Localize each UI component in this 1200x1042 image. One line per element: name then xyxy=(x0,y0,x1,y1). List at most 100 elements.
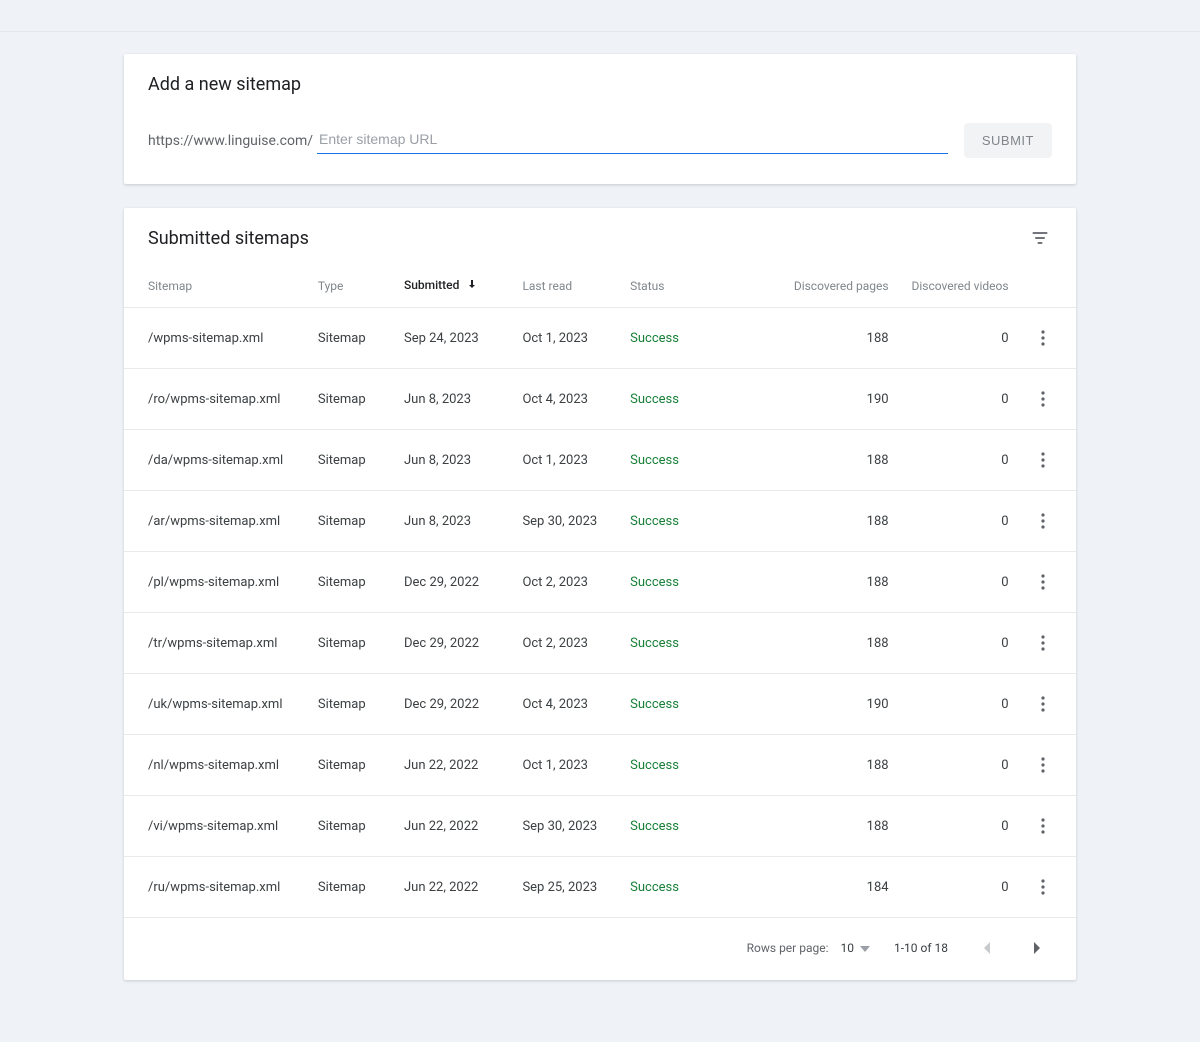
cell-status: Success xyxy=(630,796,759,857)
cell-status: Success xyxy=(630,369,759,430)
col-header-discovered-pages[interactable]: Discovered pages xyxy=(759,266,888,308)
col-header-sitemap[interactable]: Sitemap xyxy=(124,266,318,308)
cell-pages: 188 xyxy=(759,552,888,613)
dropdown-arrow-icon xyxy=(860,941,870,955)
cell-sitemap: /tr/wpms-sitemap.xml xyxy=(124,613,318,674)
cell-sitemap: /ar/wpms-sitemap.xml xyxy=(124,491,318,552)
cell-type: Sitemap xyxy=(318,430,404,491)
cell-sitemap: /da/wpms-sitemap.xml xyxy=(124,430,318,491)
cell-last-read: Oct 4, 2023 xyxy=(522,369,630,430)
col-header-status[interactable]: Status xyxy=(630,266,759,308)
cell-type: Sitemap xyxy=(318,552,404,613)
sitemaps-table: Sitemap Type Submitted Last read Status … xyxy=(124,266,1076,918)
table-row[interactable]: /uk/wpms-sitemap.xmlSitemapDec 29, 2022O… xyxy=(124,674,1076,735)
rows-per-page-label: Rows per page: xyxy=(747,941,829,955)
sitemap-url-prefix: https://www.linguise.com/ xyxy=(148,133,313,149)
cell-submitted: Dec 29, 2022 xyxy=(404,552,522,613)
cell-videos: 0 xyxy=(889,369,1029,430)
top-divider xyxy=(0,0,1200,32)
cell-last-read: Sep 30, 2023 xyxy=(522,491,630,552)
submitted-sitemaps-card: Submitted sitemaps Sitemap Type Submitte… xyxy=(124,208,1076,980)
next-page-button[interactable] xyxy=(1024,934,1052,962)
more-vert-icon[interactable] xyxy=(1031,570,1055,594)
cell-submitted: Dec 29, 2022 xyxy=(404,613,522,674)
table-row[interactable]: /wpms-sitemap.xmlSitemapSep 24, 2023Oct … xyxy=(124,308,1076,369)
cell-submitted: Sep 24, 2023 xyxy=(404,308,522,369)
cell-videos: 0 xyxy=(889,552,1029,613)
cell-sitemap: /ru/wpms-sitemap.xml xyxy=(124,857,318,918)
cell-status: Success xyxy=(630,308,759,369)
cell-type: Sitemap xyxy=(318,857,404,918)
cell-type: Sitemap xyxy=(318,796,404,857)
cell-status: Success xyxy=(630,857,759,918)
table-row[interactable]: /tr/wpms-sitemap.xmlSitemapDec 29, 2022O… xyxy=(124,613,1076,674)
more-vert-icon[interactable] xyxy=(1031,448,1055,472)
more-vert-icon[interactable] xyxy=(1031,387,1055,411)
sitemap-url-input[interactable] xyxy=(317,127,948,154)
cell-submitted: Jun 22, 2022 xyxy=(404,735,522,796)
cell-videos: 0 xyxy=(889,491,1029,552)
rows-per-page-select[interactable]: 10 xyxy=(840,941,870,955)
more-vert-icon[interactable] xyxy=(1031,692,1055,716)
cell-last-read: Oct 2, 2023 xyxy=(522,613,630,674)
more-vert-icon[interactable] xyxy=(1031,326,1055,350)
cell-videos: 0 xyxy=(889,674,1029,735)
cell-pages: 188 xyxy=(759,430,888,491)
col-header-type[interactable]: Type xyxy=(318,266,404,308)
cell-status: Success xyxy=(630,552,759,613)
arrow-down-icon xyxy=(466,278,478,293)
table-row[interactable]: /nl/wpms-sitemap.xmlSitemapJun 22, 2022O… xyxy=(124,735,1076,796)
table-row[interactable]: /ar/wpms-sitemap.xmlSitemapJun 8, 2023Se… xyxy=(124,491,1076,552)
cell-status: Success xyxy=(630,430,759,491)
cell-submitted: Jun 8, 2023 xyxy=(404,369,522,430)
cell-type: Sitemap xyxy=(318,674,404,735)
cell-sitemap: /nl/wpms-sitemap.xml xyxy=(124,735,318,796)
pagination-range: 1-10 of 18 xyxy=(894,941,948,955)
cell-type: Sitemap xyxy=(318,491,404,552)
cell-videos: 0 xyxy=(889,796,1029,857)
col-header-discovered-videos[interactable]: Discovered videos xyxy=(889,266,1029,308)
cell-videos: 0 xyxy=(889,430,1029,491)
cell-last-read: Oct 1, 2023 xyxy=(522,308,630,369)
more-vert-icon[interactable] xyxy=(1031,509,1055,533)
cell-last-read: Oct 1, 2023 xyxy=(522,430,630,491)
table-row[interactable]: /pl/wpms-sitemap.xmlSitemapDec 29, 2022O… xyxy=(124,552,1076,613)
cell-last-read: Sep 30, 2023 xyxy=(522,796,630,857)
cell-pages: 188 xyxy=(759,613,888,674)
cell-sitemap: /ro/wpms-sitemap.xml xyxy=(124,369,318,430)
cell-videos: 0 xyxy=(889,308,1029,369)
submit-button[interactable]: SUBMIT xyxy=(964,123,1052,158)
cell-type: Sitemap xyxy=(318,735,404,796)
prev-page-button[interactable] xyxy=(972,934,1000,962)
col-header-last-read[interactable]: Last read xyxy=(522,266,630,308)
cell-status: Success xyxy=(630,735,759,796)
cell-pages: 184 xyxy=(759,857,888,918)
table-row[interactable]: /da/wpms-sitemap.xmlSitemapJun 8, 2023Oc… xyxy=(124,430,1076,491)
table-row[interactable]: /ro/wpms-sitemap.xmlSitemapJun 8, 2023Oc… xyxy=(124,369,1076,430)
table-row[interactable]: /vi/wpms-sitemap.xmlSitemapJun 22, 2022S… xyxy=(124,796,1076,857)
cell-submitted: Dec 29, 2022 xyxy=(404,674,522,735)
cell-last-read: Oct 2, 2023 xyxy=(522,552,630,613)
cell-sitemap: /wpms-sitemap.xml xyxy=(124,308,318,369)
cell-status: Success xyxy=(630,613,759,674)
col-header-submitted[interactable]: Submitted xyxy=(404,266,522,308)
cell-videos: 0 xyxy=(889,613,1029,674)
add-sitemap-title: Add a new sitemap xyxy=(148,74,1052,95)
cell-videos: 0 xyxy=(889,857,1029,918)
cell-videos: 0 xyxy=(889,735,1029,796)
more-vert-icon[interactable] xyxy=(1031,814,1055,838)
table-row[interactable]: /ru/wpms-sitemap.xmlSitemapJun 22, 2022S… xyxy=(124,857,1076,918)
filter-icon[interactable] xyxy=(1028,226,1052,250)
more-vert-icon[interactable] xyxy=(1031,631,1055,655)
cell-last-read: Oct 4, 2023 xyxy=(522,674,630,735)
cell-submitted: Jun 22, 2022 xyxy=(404,796,522,857)
add-sitemap-card: Add a new sitemap https://www.linguise.c… xyxy=(124,54,1076,184)
cell-last-read: Oct 1, 2023 xyxy=(522,735,630,796)
cell-pages: 190 xyxy=(759,674,888,735)
cell-sitemap: /uk/wpms-sitemap.xml xyxy=(124,674,318,735)
more-vert-icon[interactable] xyxy=(1031,875,1055,899)
rows-per-page-value: 10 xyxy=(840,941,854,955)
cell-sitemap: /vi/wpms-sitemap.xml xyxy=(124,796,318,857)
cell-pages: 188 xyxy=(759,491,888,552)
more-vert-icon[interactable] xyxy=(1031,753,1055,777)
